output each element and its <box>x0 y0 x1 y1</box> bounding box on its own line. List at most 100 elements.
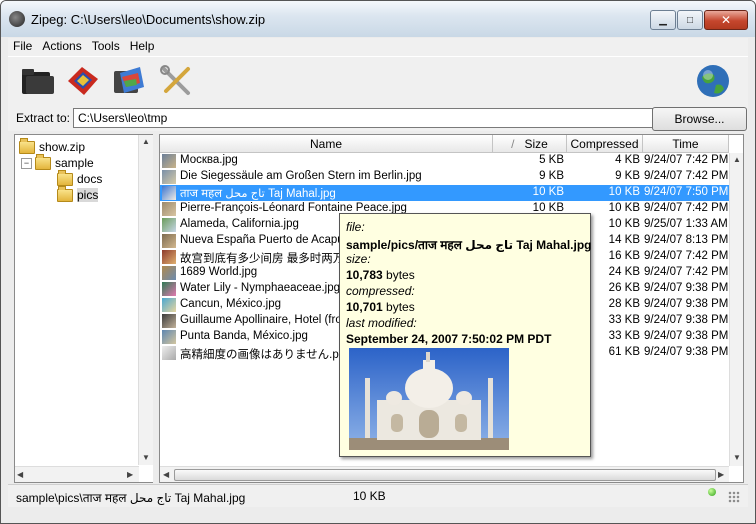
tooltip-size-number: 10,783 <box>346 268 383 282</box>
scroll-right-icon[interactable]: ▶ <box>127 470 133 479</box>
scroll-right-icon[interactable]: ▶ <box>718 470 724 479</box>
extract-to-label: Extract to: <box>16 111 71 125</box>
image-thumbnail-icon <box>162 170 176 184</box>
sort-indicator-icon: / <box>511 136 515 151</box>
minimize-button[interactable]: ▁ <box>650 10 676 30</box>
column-header-name[interactable]: Name <box>160 135 493 153</box>
extract-all-button[interactable] <box>110 63 148 99</box>
zipeg-app-icon <box>9 11 25 27</box>
file-name: Die Siegessäule am Großen Stern im Berli… <box>180 170 422 182</box>
scroll-up-icon[interactable]: ▲ <box>142 137 150 146</box>
image-thumbnail-icon <box>162 250 176 264</box>
column-header-time[interactable]: Time <box>643 135 729 153</box>
menu-file[interactable]: File <box>8 38 37 53</box>
column-header-size[interactable]: / Size <box>493 135 567 153</box>
folder-icon <box>57 185 73 202</box>
globe-icon <box>697 65 729 97</box>
extract-all-icon <box>114 67 144 93</box>
minimize-icon: ▁ <box>659 14 667 26</box>
file-row[interactable]: Москва.jpg 5 KB 4 KB 9/24/07 7:42 PM <box>160 153 729 169</box>
web-button[interactable] <box>694 63 732 99</box>
extract-row: Extract to: Browse... <box>8 107 748 131</box>
browse-button[interactable]: Browse... <box>652 107 747 131</box>
horizontal-scroll-thumb[interactable] <box>174 469 716 481</box>
scroll-down-icon[interactable]: ▼ <box>733 453 741 462</box>
file-modified-time: 9/24/07 7:42 PM <box>644 154 729 166</box>
image-thumbnail-icon <box>162 314 176 328</box>
list-vertical-scrollbar[interactable]: ▲ ▼ <box>729 153 743 466</box>
title-bar[interactable]: Zipeg: C:\Users\leo\Documents\show.zip ▁… <box>1 1 755 37</box>
collapse-icon[interactable]: − <box>21 157 32 169</box>
file-size: 10 KB <box>532 186 564 198</box>
tools-icon <box>160 65 190 95</box>
tree-horizontal-scrollbar[interactable]: ◀ ▶ <box>15 466 139 482</box>
menu-actions[interactable]: Actions <box>37 38 86 53</box>
column-header-size-label: Size <box>524 136 548 151</box>
tree-node-root[interactable]: show.zip <box>19 137 86 155</box>
tree-node-label: sample <box>55 156 94 170</box>
tooltip-compressed-number: 10,701 <box>346 300 383 314</box>
file-modified-time: 9/24/07 7:42 PM <box>644 202 729 214</box>
maximize-button[interactable]: □ <box>677 10 703 30</box>
options-button[interactable] <box>158 63 196 99</box>
file-modified-time: 9/24/07 7:50 PM <box>644 186 729 198</box>
status-path: sample\pics\ताज महल تاج محل Taj Mahal.jp… <box>16 491 246 505</box>
tooltip-thumbnail-image <box>349 348 509 450</box>
maximize-icon: □ <box>686 14 694 26</box>
file-compressed-size: 10 KB <box>608 186 640 198</box>
folder-icon <box>19 137 35 154</box>
file-modified-time: 9/24/07 7:42 PM <box>644 266 729 278</box>
scroll-left-icon[interactable]: ◀ <box>163 470 169 479</box>
column-header-compressed[interactable]: Compressed <box>567 135 643 153</box>
image-thumbnail-icon <box>162 282 176 296</box>
status-light-icon <box>708 488 716 496</box>
file-modified-time: 9/24/07 8:13 PM <box>644 234 729 246</box>
extract-button[interactable] <box>64 63 102 99</box>
scroll-up-icon[interactable]: ▲ <box>733 155 741 164</box>
file-name: ताज महल تاج محل Taj Mahal.jpg <box>180 188 336 200</box>
file-modified-time: 9/24/07 9:38 PM <box>644 298 729 310</box>
file-row[interactable]: ताज महल تاج محل Taj Mahal.jpg 10 KB 10 KB 9… <box>160 185 729 201</box>
tree-node-pics[interactable]: pics <box>57 185 99 203</box>
folder-tree: show.zip − sample docs pics ▲ ▼ ◀ ▶ <box>14 134 154 483</box>
image-thumbnail-icon <box>162 330 176 344</box>
scroll-left-icon[interactable]: ◀ <box>17 470 23 479</box>
file-modified-time: 9/24/07 9:38 PM <box>644 314 729 326</box>
list-horizontal-scrollbar[interactable]: ◀ ▶ <box>160 466 729 482</box>
extract-path-input[interactable] <box>73 108 653 128</box>
image-thumbnail-icon <box>162 346 176 360</box>
image-thumbnail-icon <box>162 298 176 312</box>
window-title: Zipeg: C:\Users\leo\Documents\show.zip <box>31 12 266 27</box>
menu-help[interactable]: Help <box>125 38 160 53</box>
file-modified-time: 9/24/07 7:42 PM <box>644 250 729 262</box>
open-archive-button[interactable] <box>18 63 56 99</box>
tooltip-size-label: size: <box>346 252 371 266</box>
tooltip-size-unit: bytes <box>386 268 415 282</box>
file-name: Москва.jpg <box>180 154 238 166</box>
tree-node-label: docs <box>77 172 103 186</box>
close-icon: ✕ <box>720 13 732 27</box>
file-compressed-size: 9 KB <box>615 170 640 182</box>
tree-node-label: show.zip <box>39 140 86 154</box>
file-modified-time: 9/24/07 7:42 PM <box>644 170 729 182</box>
extract-icon <box>68 67 98 95</box>
folder-open-icon <box>35 153 51 170</box>
open-archive-icon <box>22 69 54 94</box>
menu-bar: File Actions Tools Help <box>8 38 748 56</box>
tooltip-compressed-value: 10,701 bytes <box>346 300 415 314</box>
scroll-down-icon[interactable]: ▼ <box>142 453 150 462</box>
file-row[interactable]: Die Siegessäule am Großen Stern im Berli… <box>160 169 729 185</box>
tree-vertical-scrollbar[interactable]: ▲ ▼ <box>138 135 153 465</box>
close-button[interactable]: ✕ <box>704 10 748 30</box>
tooltip-modified-label: last modified: <box>346 316 417 330</box>
file-compressed-size: 4 KB <box>615 154 640 166</box>
tooltip-file-value: sample/pics/ताज महल تاج محل Taj Mahal.jp… <box>346 238 592 252</box>
file-size: 5 KB <box>539 154 564 166</box>
resize-grip-icon[interactable] <box>728 491 740 503</box>
status-bar: sample\pics\ताज महल تاج محل Taj Mahal.jp… <box>8 484 748 507</box>
tooltip-size-value: 10,783 bytes <box>346 268 415 282</box>
menu-tools[interactable]: Tools <box>87 38 125 53</box>
tooltip-compressed-unit: bytes <box>386 300 415 314</box>
image-thumbnail-icon <box>162 202 176 216</box>
file-modified-time: 9/24/07 9:38 PM <box>644 330 729 342</box>
